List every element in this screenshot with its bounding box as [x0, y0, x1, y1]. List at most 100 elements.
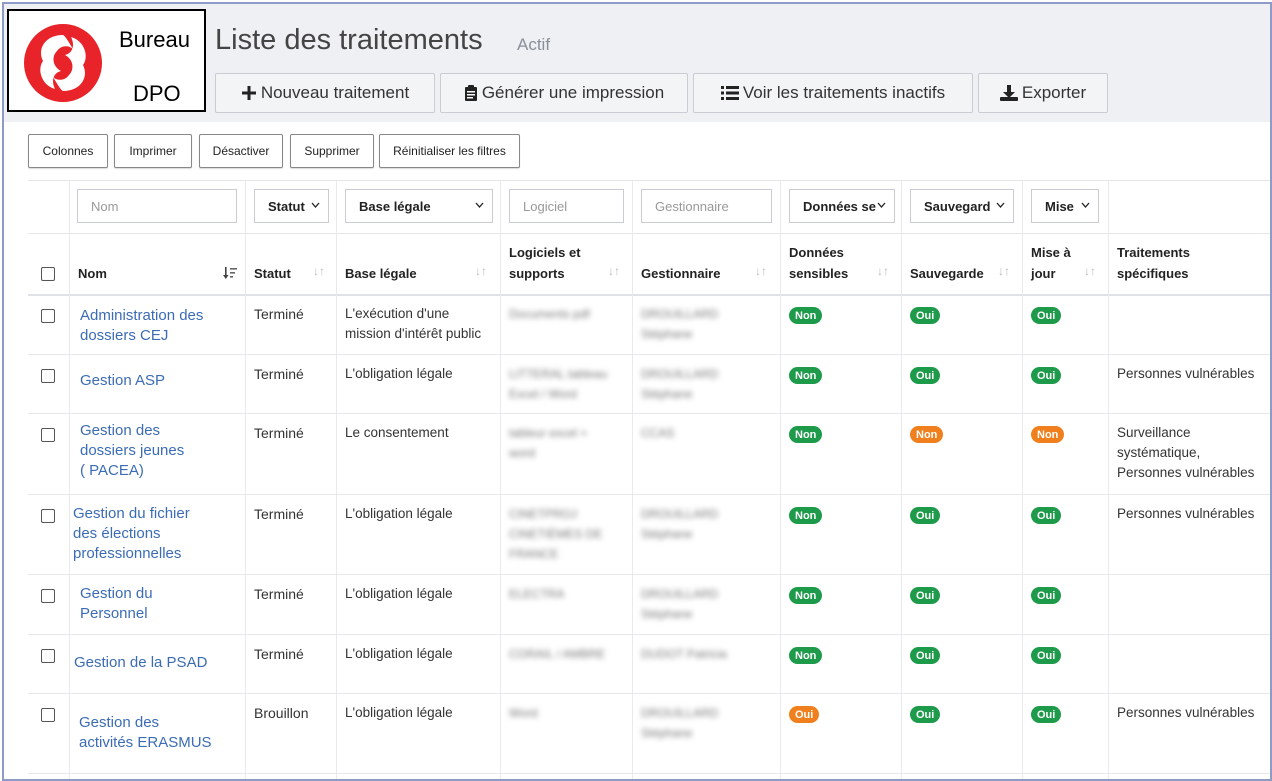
treatment-name-link[interactable]: Gestion des activités ERASMUS — [79, 713, 212, 753]
download-icon — [999, 85, 1018, 101]
col-header-statut[interactable]: Statut — [254, 263, 291, 284]
col-header-nom[interactable]: Nom — [78, 263, 107, 284]
backup-badge: Oui — [910, 706, 941, 723]
col-header-logiciels[interactable]: Logiciels et supports — [509, 242, 581, 284]
treatment-name-link[interactable]: Gestion de la PSAD — [74, 653, 207, 673]
text-line: DROUILLARD — [641, 307, 719, 321]
update-badge: Oui — [1031, 587, 1062, 604]
page-title: Liste des traitements — [215, 24, 483, 56]
status-cell: Terminé — [254, 646, 304, 662]
text-line: Surveillance — [1117, 425, 1191, 440]
row-checkbox[interactable] — [41, 309, 55, 323]
plus-icon — [241, 86, 256, 100]
logo-text-line1: Bureau — [119, 27, 190, 52]
view-inactive-button[interactable]: Voir les traitements inactifs — [693, 73, 973, 113]
specific-treatments-cell: Personnes vulnérables — [1117, 364, 1254, 384]
status-filter-select[interactable]: Statut — [254, 189, 329, 223]
table-row: Gestion du fichier des élections professio… — [28, 494, 1270, 575]
legal-basis-filter-select[interactable]: Base légale — [345, 189, 493, 223]
sort-desc-icon[interactable] — [223, 266, 237, 280]
manager-cell: DROUILLARD Stéphane — [641, 364, 718, 404]
sort-icon[interactable]: ↓↑ — [877, 264, 889, 278]
row-checkbox[interactable] — [41, 649, 55, 663]
sensitive-data-badge: Non — [789, 587, 823, 604]
reset-filters-button[interactable]: Réinitialiser les filtres — [379, 134, 520, 168]
col-header-mise-line2: jour — [1031, 266, 1056, 281]
text-line: DUDOT Patricia — [641, 647, 727, 661]
backup-filter-select[interactable]: Sauvegarde — [910, 189, 1014, 223]
text-line: CCAS — [641, 426, 675, 440]
sort-icon[interactable]: ↓↑ — [755, 264, 767, 278]
software-cell: LITTERAL tableau Excel / Word — [509, 364, 607, 404]
legal-basis-cell: L'obligation légale — [345, 644, 453, 664]
software-cell: CORAIL / AMBRE — [509, 644, 605, 664]
text-line: DROUILLARD — [641, 587, 719, 601]
table-row: Gestion ASP Terminé L'obligation légale LIT… — [28, 354, 1270, 414]
text-line: des élections — [73, 525, 161, 542]
treatment-name-link[interactable]: Gestion des dossiers jeunes ( PACEA) — [80, 421, 184, 481]
col-header-base-legale[interactable]: Base légale — [345, 263, 417, 284]
sensitive-data-filter-select[interactable]: Données se — [789, 189, 895, 223]
row-checkbox[interactable] — [41, 428, 55, 442]
col-header-mise-line1: Mise à — [1031, 245, 1071, 260]
manager-cell: DROUILLARD Stéphane — [641, 584, 718, 624]
treatment-name-link[interactable]: Gestion du Personnel — [80, 584, 153, 624]
row-checkbox[interactable] — [41, 589, 55, 603]
name-filter-input[interactable]: Nom — [77, 189, 237, 223]
update-filter-select[interactable]: Mise à — [1031, 189, 1099, 223]
status-cell: Terminé — [254, 306, 304, 322]
text-line: activités ERASMUS — [79, 734, 212, 751]
print-button[interactable]: Imprimer — [114, 134, 192, 168]
legal-basis-cell: Le consentement — [345, 423, 449, 443]
select-all-checkbox[interactable] — [41, 267, 55, 281]
text-line: Personnes vulnérables — [1117, 506, 1255, 521]
text-line: Stéphane — [641, 607, 693, 621]
text-line: Gestion du fichier — [73, 505, 190, 522]
col-header-gestionnaire[interactable]: Gestionnaire — [641, 263, 720, 284]
sensitive-data-badge: Non — [789, 307, 823, 324]
sensitive-data-badge: Non — [789, 426, 823, 443]
col-header-sauvegarde[interactable]: Sauvegarde — [910, 263, 984, 284]
text-line: CINETIÈMES DE — [509, 527, 603, 541]
sort-icon[interactable]: ↓↑ — [475, 264, 487, 278]
export-button[interactable]: Exporter — [978, 73, 1108, 113]
text-line: CORAIL / AMBRE — [509, 647, 606, 661]
generate-print-button[interactable]: Générer une impression — [440, 73, 688, 113]
col-header-traitements[interactable]: Traitements spécifiques — [1117, 242, 1190, 284]
new-treatment-button[interactable]: Nouveau traitement — [215, 73, 435, 113]
legal-basis-cell: L'obligation légale — [345, 364, 453, 384]
columns-button[interactable]: Colonnes — [28, 134, 108, 168]
treatment-name-link[interactable]: Gestion ASP — [80, 371, 165, 391]
text-line: dossiers jeunes — [80, 442, 185, 459]
text-line: word — [509, 446, 536, 460]
software-filter-input[interactable]: Logiciel — [509, 189, 624, 223]
manager-cell: DROUILLARD Stéphane — [641, 304, 718, 344]
chevron-down-icon — [1081, 202, 1090, 208]
sort-icon[interactable]: ↓↑ — [1084, 264, 1096, 278]
col-header-donnees[interactable]: Données sensibles — [789, 242, 848, 284]
sort-icon[interactable]: ↓↑ — [608, 264, 620, 278]
col-header-logiciels-line2: supports — [509, 266, 565, 281]
table-row: Administration des dossiers CEJ Terminé L'e… — [28, 294, 1270, 355]
col-header-mise-a-jour[interactable]: Mise à jour — [1031, 242, 1071, 284]
row-checkbox[interactable] — [41, 509, 55, 523]
text-line: Personnes vulnérables — [1117, 366, 1255, 381]
manager-filter-input[interactable]: Gestionnaire — [641, 189, 772, 223]
treatment-name-link[interactable]: Administration des dossiers CEJ — [80, 306, 203, 346]
export-label: Exporter — [1021, 83, 1087, 102]
update-filter-value: Mise à — [1045, 198, 1076, 214]
treatment-name-link[interactable]: Gestion du fichier des élections professio… — [73, 504, 190, 564]
chevron-down-icon — [877, 202, 886, 208]
text-line: Stéphane — [641, 726, 693, 740]
chevron-down-icon — [475, 202, 484, 208]
sort-icon[interactable]: ↓↑ — [313, 264, 325, 278]
row-checkbox[interactable] — [41, 708, 55, 722]
row-checkbox[interactable] — [41, 369, 55, 383]
sensitive-data-filter-value: Données se — [803, 198, 876, 214]
status-cell: Terminé — [254, 425, 304, 441]
sort-icon[interactable]: ↓↑ — [998, 264, 1010, 278]
delete-button[interactable]: Supprimer — [290, 134, 374, 168]
text-line: Gestion ASP — [80, 372, 166, 389]
software-cell: Word — [509, 703, 537, 723]
deactivate-button[interactable]: Désactiver — [199, 134, 283, 168]
